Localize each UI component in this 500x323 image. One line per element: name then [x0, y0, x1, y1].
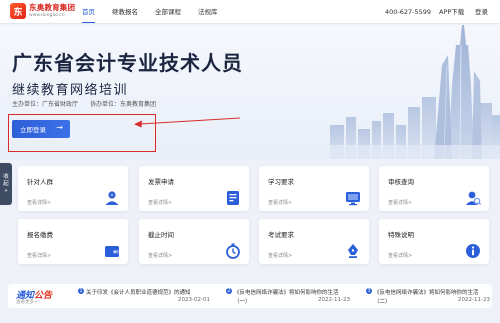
card-review-inquiry[interactable]: 审核查询 查看详情>	[379, 166, 489, 211]
view-details-link[interactable]: 查看详情>	[268, 199, 292, 206]
top-header: 东 东奥教育集团 www.dongao.cn 首页 继教报名 全部课程 法规库 …	[0, 0, 500, 24]
view-more-link[interactable]: 查看更多>	[16, 299, 38, 305]
logo-name: 东奥教育集团	[29, 3, 76, 12]
user-icon	[105, 191, 119, 205]
card-title: 针对人群	[27, 178, 53, 186]
nav-item-regulations[interactable]: 法规库	[198, 0, 218, 24]
invoice-icon	[227, 191, 239, 205]
wallet-icon	[105, 246, 119, 257]
news-title: 关于印发《会计人员职业道德规范》的通知	[86, 290, 191, 296]
view-details-link[interactable]: 查看详情>	[27, 252, 51, 259]
news-item[interactable]: 2 《反电信网络诈骗法》将如何影响你的生活 （一） 2022-11-23	[226, 284, 350, 308]
pen-nib-icon	[348, 244, 358, 258]
logo[interactable]: 东 东奥教育集团 www.dongao.cn	[10, 2, 76, 22]
news-number-badge: 3	[366, 288, 372, 294]
view-details-link[interactable]: 查看详情>	[148, 252, 172, 259]
app-download-link[interactable]: APP下载	[439, 0, 464, 24]
hotline-number: 400-627-5599	[385, 8, 432, 16]
collapse-label-1: 收	[3, 173, 9, 180]
main-nav: 首页 继教报名 全部课程 法规库	[82, 0, 235, 24]
logo-url: www.dongao.cn	[29, 13, 65, 18]
view-details-link[interactable]: 查看详情>	[388, 199, 412, 206]
card-exam-requirements[interactable]: 考试要求 查看详情>	[259, 219, 369, 264]
nav-item-courses[interactable]: 全部课程	[155, 0, 181, 24]
news-title-continued: （二）	[374, 299, 391, 305]
card-title: 学习要求	[268, 178, 294, 186]
info-icon	[466, 244, 480, 258]
view-details-link[interactable]: 查看详情>	[268, 252, 292, 259]
card-study-requirements[interactable]: 学习要求 查看详情>	[259, 166, 369, 211]
news-date: 2023-02-01	[178, 297, 210, 303]
card-invoice-application[interactable]: 发票申请 查看详情>	[139, 166, 249, 211]
view-details-link[interactable]: 查看详情>	[148, 199, 172, 206]
card-title: 发票申请	[148, 178, 174, 186]
news-item[interactable]: 1 关于印发《会计人员职业道德规范》的通知 2023-02-01	[78, 284, 210, 308]
card-title: 审核查询	[388, 178, 414, 186]
collapse-label-2: 起	[3, 180, 9, 187]
view-details-link[interactable]: 查看详情>	[388, 252, 412, 259]
monitor-icon	[346, 192, 360, 206]
card-registration-payment[interactable]: 报名缴费 查看详情>	[18, 219, 128, 264]
collapse-side-tab[interactable]: 收 起 »	[0, 163, 12, 205]
card-title: 截止时间	[148, 231, 174, 239]
news-title-continued: （一）	[234, 299, 251, 305]
logo-icon: 东	[10, 3, 26, 19]
news-number-badge: 2	[226, 288, 232, 294]
card-title: 报名缴费	[27, 231, 53, 239]
search-person-icon	[466, 191, 482, 206]
card-deadline[interactable]: 截止时间 查看详情>	[139, 219, 249, 264]
hero-banner: 广东省会计专业技术人员 继续教育网络培训 主办单位：广东省财政厅 协办单位：东奥…	[0, 25, 500, 159]
card-target-audience[interactable]: 针对人群 查看详情>	[18, 166, 128, 211]
card-special-notes[interactable]: 特殊说明 查看详情>	[379, 219, 489, 264]
news-item[interactable]: 3 《反电信网络诈骗法》将如何影响你的生活 （二） 2022-11-23	[366, 284, 490, 308]
news-date: 2022-11-23	[458, 297, 490, 303]
nav-item-enroll[interactable]: 继教报名	[112, 0, 138, 24]
news-number-badge: 1	[78, 288, 84, 294]
stopwatch-icon	[226, 243, 240, 259]
double-chevron-icon: »	[4, 187, 8, 194]
notice-bar: 通知公告 查看更多> 1 关于印发《会计人员职业道德规范》的通知 2023-02…	[8, 284, 492, 308]
login-link[interactable]: 登录	[475, 0, 488, 24]
card-title: 考试要求	[268, 231, 294, 239]
news-date: 2022-11-23	[318, 297, 350, 303]
city-skyline-illustration	[330, 25, 500, 159]
news-title: 《反电信网络诈骗法》将如何影响你的生活	[234, 290, 339, 296]
news-title: 《反电信网络诈骗法》将如何影响你的生活	[374, 290, 479, 296]
annotation-arrow	[134, 117, 241, 128]
card-title: 特殊说明	[388, 231, 414, 239]
view-details-link[interactable]: 查看详情>	[27, 199, 51, 206]
nav-item-home[interactable]: 首页	[82, 0, 95, 24]
